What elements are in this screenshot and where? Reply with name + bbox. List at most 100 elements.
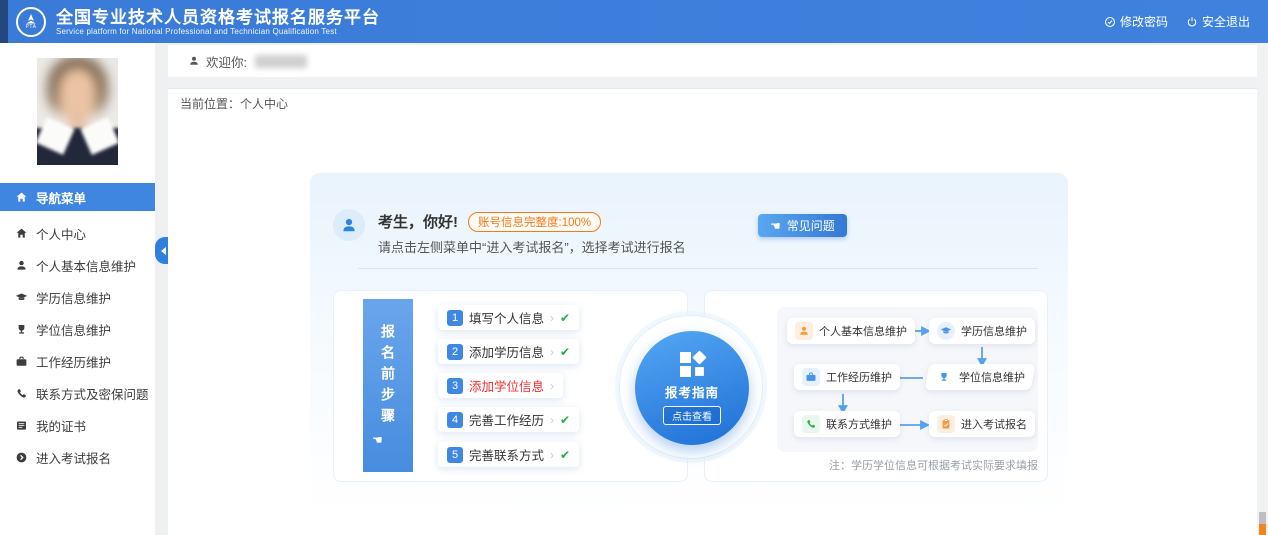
sidebar-collapse-toggle[interactable]	[155, 237, 168, 264]
sidebar-item-contact-security[interactable]: 联系方式及密保问题	[0, 377, 155, 409]
sidebar-item-label: 进入考试报名	[36, 448, 111, 467]
step-number: 3	[447, 378, 463, 394]
sidebar-item-label: 学位信息维护	[36, 320, 111, 339]
check-icon: ✔	[560, 311, 570, 325]
power-icon	[1186, 16, 1198, 28]
greeting-subtitle: 请点击左侧菜单中“进入考试报名”，选择考试进行报名	[378, 237, 686, 256]
card-divider	[358, 268, 1038, 269]
sidebar-item-label: 我的证书	[36, 416, 86, 435]
steps-banner: 报名前步骤 ☚	[363, 299, 413, 472]
graduation-cap-icon	[15, 291, 28, 304]
flow-node-label: 学位信息维护	[959, 369, 1025, 385]
flow-node-degree[interactable]: 学位信息维护	[925, 364, 1036, 390]
breadcrumb-current: 个人中心	[240, 95, 288, 112]
welcome-label: 欢迎你:	[206, 52, 247, 71]
check-icon: ✔	[560, 413, 570, 427]
phone-icon	[805, 418, 817, 430]
user-id-photo	[37, 58, 118, 165]
change-password-link[interactable]: 修改密码	[1104, 13, 1168, 30]
steps-banner-text: 报名前步骤	[378, 324, 398, 429]
sidebar-menu: 导航菜单 个人中心 个人基本信息维护 学历信息维护 学位信息维护 工作经历维护 …	[0, 183, 155, 473]
chevron-right-icon: ›	[550, 311, 554, 325]
step-item-3[interactable]: 3 添加学位信息 ›	[438, 373, 563, 398]
personal-center-card: 考生，你好! 账号信息完整度:100% 请点击左侧菜单中“进入考试报名”，选择考…	[310, 173, 1068, 516]
sidebar-item-nav-menu[interactable]: 导航菜单	[0, 183, 155, 211]
graduation-cap-icon	[940, 325, 952, 337]
flow-note: 注：学历学位信息可根据考试实际要求填报	[777, 457, 1038, 473]
greeting-title: 考生，你好!	[378, 211, 458, 232]
content-area: 欢迎你: 当前位置： 个人中心 考生，你好! 账号信息完整度:100% 请点击左…	[168, 43, 1257, 535]
sidebar: 导航菜单 个人中心 个人基本信息维护 学历信息维护 学位信息维护 工作经历维护 …	[0, 43, 155, 535]
step-label: 添加学位信息	[469, 376, 544, 395]
avatar	[333, 209, 365, 241]
sidebar-item-personal-center[interactable]: 个人中心	[0, 217, 155, 249]
enter-circle-icon	[15, 451, 28, 464]
chevron-right-icon: ›	[550, 448, 554, 462]
person-icon	[798, 325, 810, 337]
exam-guide-button[interactable]: 报考指南 点击查看	[635, 331, 749, 445]
sidebar-item-enter-registration[interactable]: 进入考试报名	[0, 441, 155, 473]
logout-label: 安全退出	[1202, 13, 1250, 30]
check-icon: ✔	[560, 345, 570, 359]
welcome-bar: 欢迎你:	[168, 45, 1257, 77]
guide-grid-icon	[680, 352, 705, 377]
platform-subtitle: Service platform for National Profession…	[56, 27, 380, 36]
chevron-left-icon	[157, 247, 166, 255]
sidebar-item-work-experience[interactable]: 工作经历维护	[0, 345, 155, 377]
user-icon	[188, 55, 200, 67]
flow-node-work-experience[interactable]: 工作经历维护	[794, 364, 900, 390]
briefcase-icon	[805, 371, 817, 383]
step-item-2[interactable]: 2 添加学历信息 › ✔	[438, 339, 579, 364]
degree-trophy-icon	[938, 371, 950, 383]
sidebar-item-basic-info[interactable]: 个人基本信息维护	[0, 249, 155, 281]
step-label: 完善联系方式	[469, 445, 544, 464]
flow-node-label: 联系方式维护	[826, 416, 892, 432]
degree-trophy-icon	[15, 323, 28, 336]
change-password-label: 修改密码	[1120, 13, 1168, 30]
faq-button[interactable]: ☚ 常见问题	[758, 214, 847, 237]
pointing-hand-icon: ☚	[770, 219, 781, 233]
step-number: 4	[447, 412, 463, 428]
sidebar-item-education-info[interactable]: 学历信息维护	[0, 281, 155, 313]
sidebar-item-label: 学历信息维护	[36, 288, 111, 307]
guide-title: 报考指南	[665, 382, 719, 401]
avatar-person-icon	[340, 216, 358, 234]
sidebar-item-label: 联系方式及密保问题	[36, 384, 149, 403]
step-item-4[interactable]: 4 完善工作经历 › ✔	[438, 407, 579, 432]
step-number: 5	[447, 447, 463, 463]
check-icon: ✔	[560, 448, 570, 462]
header-edge-decoration	[0, 0, 8, 43]
floating-widget[interactable]	[1259, 512, 1266, 535]
check-circle-icon	[1104, 16, 1116, 28]
platform-title-block: 全国专业技术人员资格考试报名服务平台 Service platform for …	[56, 8, 380, 36]
guide-circle-ring: 报考指南 点击查看	[619, 315, 763, 459]
sidebar-item-label: 导航菜单	[36, 188, 86, 207]
flow-node-label: 个人基本信息维护	[819, 323, 907, 339]
faq-button-label: 常见问题	[787, 217, 835, 234]
home-icon	[15, 191, 28, 204]
sidebar-item-degree-info[interactable]: 学位信息维护	[0, 313, 155, 345]
step-item-1[interactable]: 1 填写个人信息 › ✔	[438, 305, 579, 330]
flow-node-label: 工作经历维护	[826, 369, 892, 385]
logout-link[interactable]: 安全退出	[1186, 13, 1250, 30]
flow-node-basic-info[interactable]: 个人基本信息维护	[787, 318, 915, 344]
sidebar-gutter	[155, 43, 168, 535]
guide-view-button[interactable]: 点击查看	[663, 406, 721, 425]
flowchart: 个人基本信息维护 学历信息维护 工作经历维护 学位信息维护	[777, 307, 1038, 452]
sidebar-item-my-certificates[interactable]: 我的证书	[0, 409, 155, 441]
chevron-right-icon: ›	[550, 345, 554, 359]
flow-node-education[interactable]: 学历信息维护	[929, 318, 1035, 344]
sidebar-item-label: 工作经历维护	[36, 352, 111, 371]
step-item-5[interactable]: 5 完善联系方式 › ✔	[438, 442, 579, 467]
main-panel: 考生，你好! 账号信息完整度:100% 请点击左侧菜单中“进入考试报名”，选择考…	[168, 118, 1257, 535]
breadcrumb-label: 当前位置：	[180, 95, 240, 112]
step-label: 完善工作经历	[469, 410, 544, 429]
chevron-right-icon: ›	[550, 413, 554, 427]
scrollbar-track	[1257, 43, 1268, 535]
clipboard-icon	[940, 418, 952, 430]
logo-text: PTA	[26, 25, 37, 30]
flow-node-enter-registration[interactable]: 进入考试报名	[929, 411, 1035, 437]
flow-node-contact[interactable]: 联系方式维护	[794, 411, 900, 437]
certificate-icon	[15, 419, 28, 432]
chevron-right-icon: ›	[550, 379, 554, 393]
